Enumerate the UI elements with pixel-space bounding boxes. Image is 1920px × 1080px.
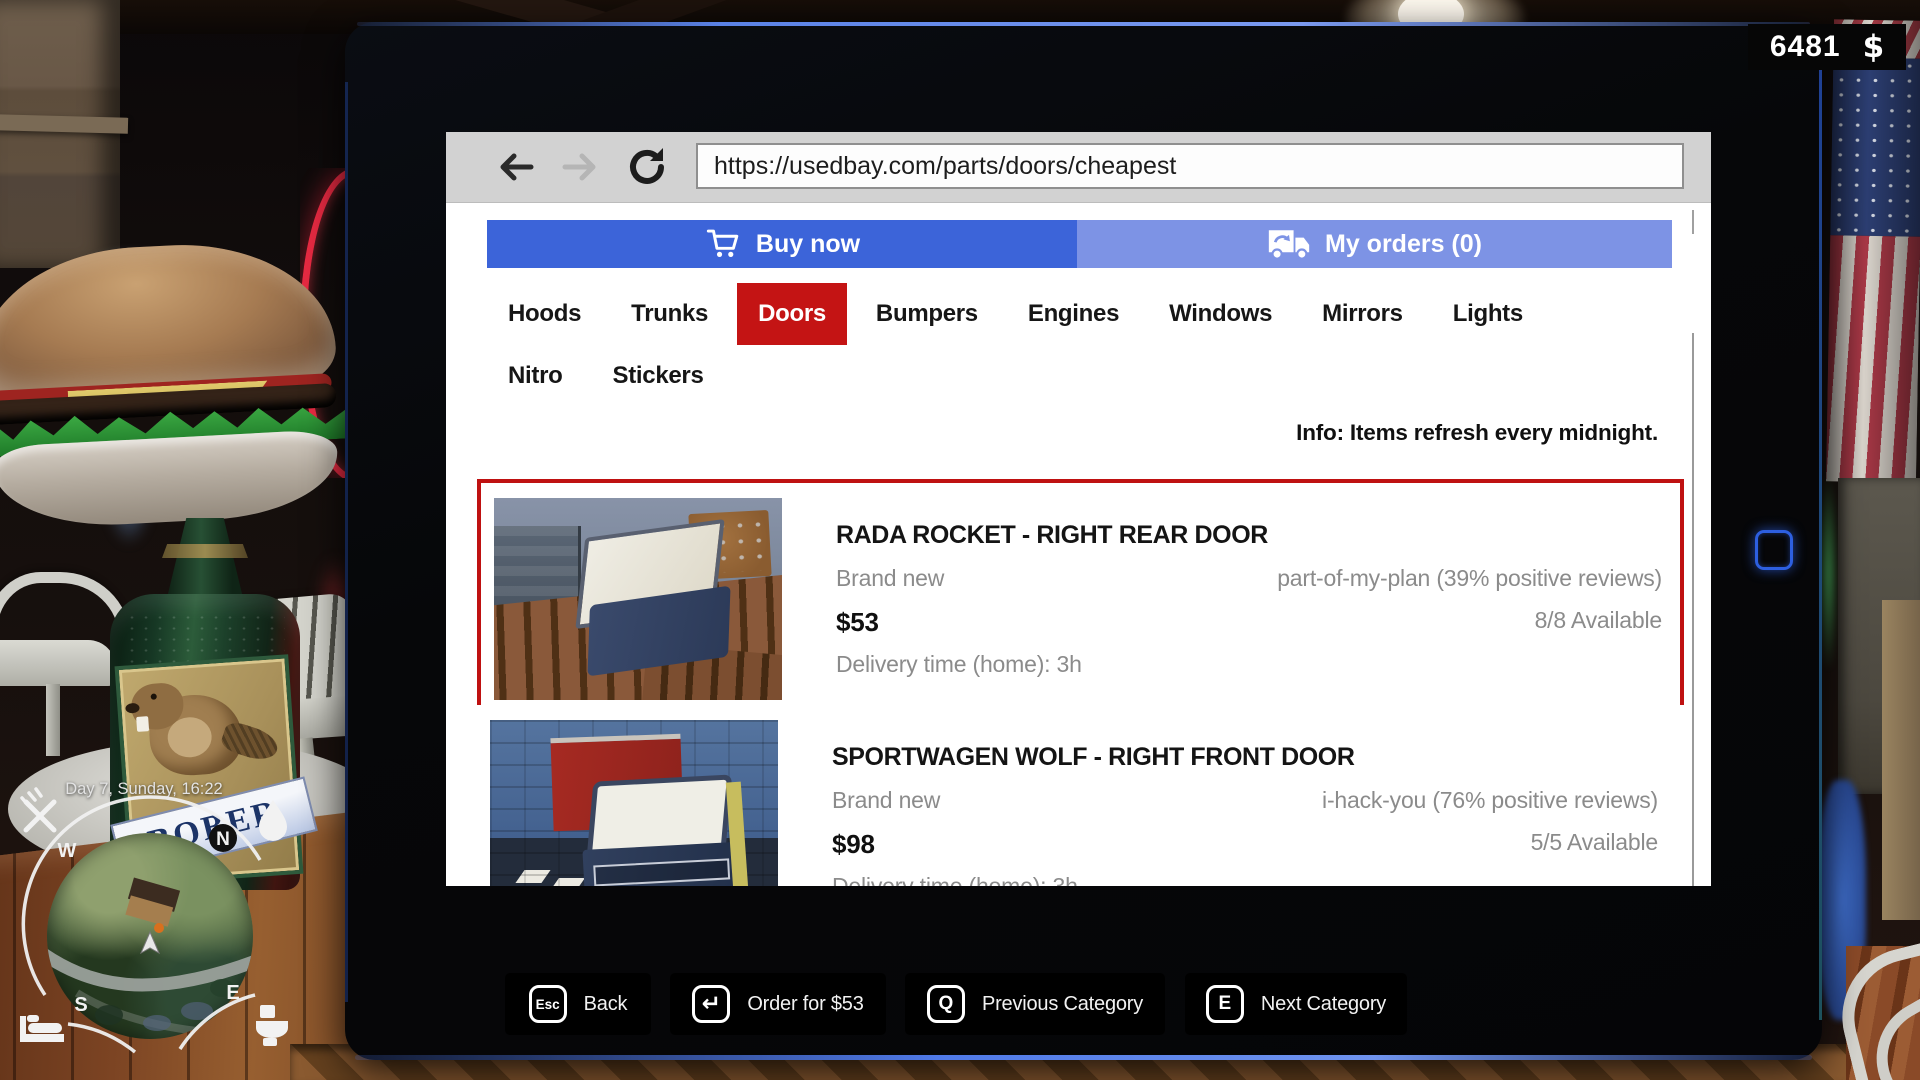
keyhint-next-label: Next Category <box>1261 993 1386 1016</box>
esc-key-icon: Esc <box>529 985 567 1023</box>
compass-south: S <box>74 994 87 1016</box>
tablet: https://usedbay.com/parts/doors/cheapest… <box>345 22 1822 1060</box>
category-row-2: Nitro Stickers <box>487 351 1672 407</box>
scrollbar-track[interactable] <box>1692 333 1694 886</box>
compass-north: N <box>216 829 230 850</box>
money-counter: 6481 $ <box>1748 24 1906 70</box>
keyhint-previous-category[interactable]: Q Previous Category <box>905 973 1165 1035</box>
toilet-icon <box>256 1005 288 1046</box>
item-title: SPORTWAGEN WOLF - RIGHT FRONT DOOR <box>832 743 1354 772</box>
green-neon-glow <box>1820 478 1836 668</box>
keyhint-next-category[interactable]: E Next Category <box>1185 973 1407 1035</box>
tab-buy-now-label: Buy now <box>756 230 860 259</box>
tablet-home-button[interactable] <box>1755 530 1793 570</box>
scrollbar-thumb[interactable] <box>1692 210 1694 234</box>
item-thumbnail <box>490 720 778 886</box>
category-tab-engines[interactable]: Engines <box>1007 283 1140 345</box>
plastic-chair-left-seat <box>0 640 116 686</box>
truck-icon <box>1267 226 1311 262</box>
forward-icon <box>561 149 601 185</box>
minimap-compass: N W S E <box>0 760 300 1070</box>
keyhint-back[interactable]: Esc Back <box>505 973 651 1035</box>
american-flag <box>1826 19 1920 483</box>
tablet-rim <box>357 22 1810 26</box>
item-seller: part-of-my-plan (39% positive reviews) <box>1277 565 1662 592</box>
keyhint-back-label: Back <box>584 993 628 1016</box>
stone-pillar <box>0 0 120 268</box>
item-title: RADA ROCKET - RIGHT REAR DOOR <box>836 521 1268 550</box>
enter-key-icon: ↵ <box>692 985 730 1023</box>
item-seller: i-hack-you (76% positive reviews) <box>1322 787 1658 814</box>
keyhint-previous-label: Previous Category <box>982 993 1143 1016</box>
category-row-1: Hoods Trunks Doors Bumpers Engines Windo… <box>487 283 1672 345</box>
item-condition: Brand new <box>832 787 940 814</box>
tab-buy-now[interactable]: Buy now <box>487 220 1077 268</box>
category-tab-mirrors[interactable]: Mirrors <box>1301 283 1424 345</box>
compass-east: E <box>226 982 239 1004</box>
forward-button[interactable] <box>558 145 604 189</box>
browser-screen: https://usedbay.com/parts/doors/cheapest… <box>446 132 1711 886</box>
back-button[interactable] <box>492 145 538 189</box>
category-tab-bumpers[interactable]: Bumpers <box>855 283 999 345</box>
category-tab-nitro[interactable]: Nitro <box>487 351 584 407</box>
tab-my-orders-label: My orders (0) <box>1325 230 1482 259</box>
wooden-post <box>1882 600 1920 920</box>
cart-icon <box>704 226 742 262</box>
tablet-rim <box>355 1055 1812 1060</box>
tab-my-orders[interactable]: My orders (0) <box>1077 220 1672 268</box>
shop-nav-tabs: Buy now My orders (0) <box>487 220 1672 268</box>
stone-pillar-cap <box>0 114 128 133</box>
item-price: $98 <box>832 829 875 860</box>
item-price: $53 <box>836 607 879 638</box>
tablet-rim <box>1819 62 1822 1020</box>
item-availability: 5/5 Available <box>1531 829 1658 860</box>
item-availability: 8/8 Available <box>1535 607 1662 638</box>
bottle-band <box>162 544 248 558</box>
url-bar[interactable]: https://usedbay.com/parts/doors/cheapest <box>696 143 1684 189</box>
game-screen: BOBER 6481 $ Day 7, Sunday, 16:22 <box>0 0 1920 1080</box>
item-condition: Brand new <box>836 565 944 592</box>
burger-bun-bottom <box>0 429 340 531</box>
item-listing-sportwagen-wolf[interactable]: SPORTWAGEN WOLF - RIGHT FRONT DOOR Brand… <box>477 705 1684 886</box>
refresh-button[interactable] <box>624 145 670 189</box>
bed-icon <box>20 1015 64 1042</box>
e-key-icon: E <box>1206 985 1244 1023</box>
currency-symbol: $ <box>1863 29 1885 65</box>
info-banner: Info: Items refresh every midnight. <box>1296 420 1658 446</box>
q-key-icon: Q <box>927 985 965 1023</box>
plastic-chair-left-leg <box>46 684 60 756</box>
category-tab-lights[interactable]: Lights <box>1432 283 1544 345</box>
tablet-rim <box>345 82 348 1002</box>
minimap: Day 7, Sunday, 16:22 <box>0 760 310 1080</box>
item-listing-rada-rocket[interactable]: RADA ROCKET - RIGHT REAR DOOR Brand new … <box>477 479 1684 709</box>
item-delivery: Delivery time (home): 3h <box>832 873 1078 886</box>
item-delivery: Delivery time (home): 3h <box>836 651 1082 678</box>
keyhint-order[interactable]: ↵ Order for $53 <box>670 973 886 1035</box>
money-amount: 6481 <box>1770 30 1841 64</box>
category-tab-windows[interactable]: Windows <box>1148 283 1293 345</box>
category-tab-stickers[interactable]: Stickers <box>592 351 725 407</box>
burger <box>0 237 352 556</box>
category-tab-hoods[interactable]: Hoods <box>487 283 602 345</box>
keyhint-order-label: Order for $53 <box>747 993 863 1016</box>
back-icon <box>495 149 535 185</box>
food-icon <box>22 789 54 830</box>
refresh-icon <box>625 145 669 189</box>
category-tab-doors[interactable]: Doors <box>737 283 847 345</box>
bottle-neck <box>166 518 244 602</box>
browser-toolbar: https://usedbay.com/parts/doors/cheapest <box>446 132 1711 203</box>
item-thumbnail <box>494 498 782 700</box>
compass-west: W <box>58 840 77 862</box>
water-icon <box>259 800 287 841</box>
category-tab-trunks[interactable]: Trunks <box>610 283 729 345</box>
